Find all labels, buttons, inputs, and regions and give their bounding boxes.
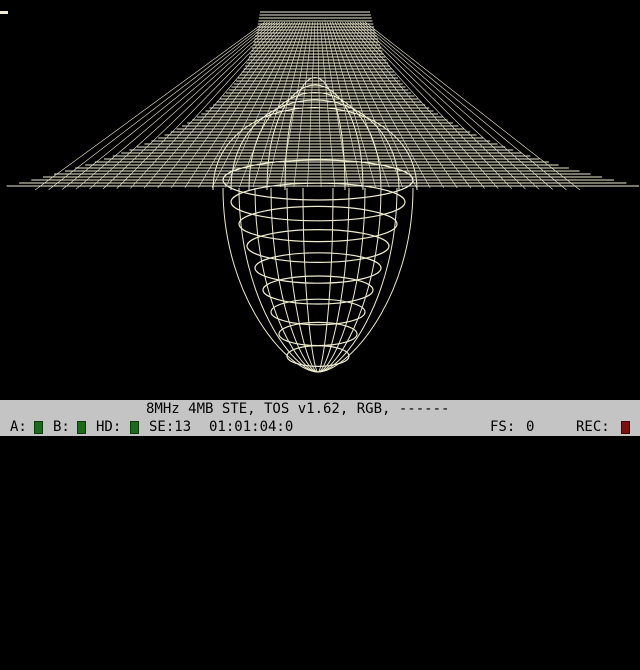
drive-b-led-icon — [77, 421, 86, 434]
bowl-ring — [254, 252, 382, 284]
hd-label: HD: — [96, 419, 122, 435]
emulator-status-bar: 8MHz 4MB STE, TOS v1.62, RGB, ------ A: … — [0, 400, 640, 436]
bowl-ring — [230, 182, 406, 222]
wireframe-surface-render — [6, 11, 640, 373]
rec-led-icon — [621, 421, 630, 434]
drive-b-label: B: — [53, 419, 70, 435]
wire-line — [357, 21, 540, 190]
rec-label: REC: — [576, 419, 610, 435]
wire-curve — [254, 187, 382, 373]
emulator-screen — [0, 0, 640, 400]
machine-info-text: 8MHz 4MB STE, TOS v1.62, RGB, ------ — [146, 401, 450, 417]
fs-label: FS: — [490, 419, 516, 435]
wire-line — [354, 21, 526, 190]
wire-line — [62, 21, 271, 190]
wire-curve — [270, 187, 366, 373]
timecode-text: 01:01:04:0 — [209, 419, 294, 435]
hd-led-icon — [130, 421, 139, 434]
bowl-ring — [238, 205, 398, 243]
wire-line — [89, 21, 276, 190]
wire-curve — [222, 187, 414, 373]
bowl-ring — [270, 298, 366, 326]
wire-line — [75, 21, 273, 190]
drive-a-led-icon — [34, 421, 43, 434]
wire-curve — [302, 187, 334, 373]
wire-line — [359, 21, 553, 190]
drive-a-label: A: — [10, 419, 27, 435]
fs-value: 0 — [526, 419, 535, 435]
bowl-ring — [246, 229, 390, 264]
wire-curve — [286, 187, 350, 373]
sector-label: SE:13 — [149, 419, 192, 435]
wire-curve — [238, 187, 398, 373]
